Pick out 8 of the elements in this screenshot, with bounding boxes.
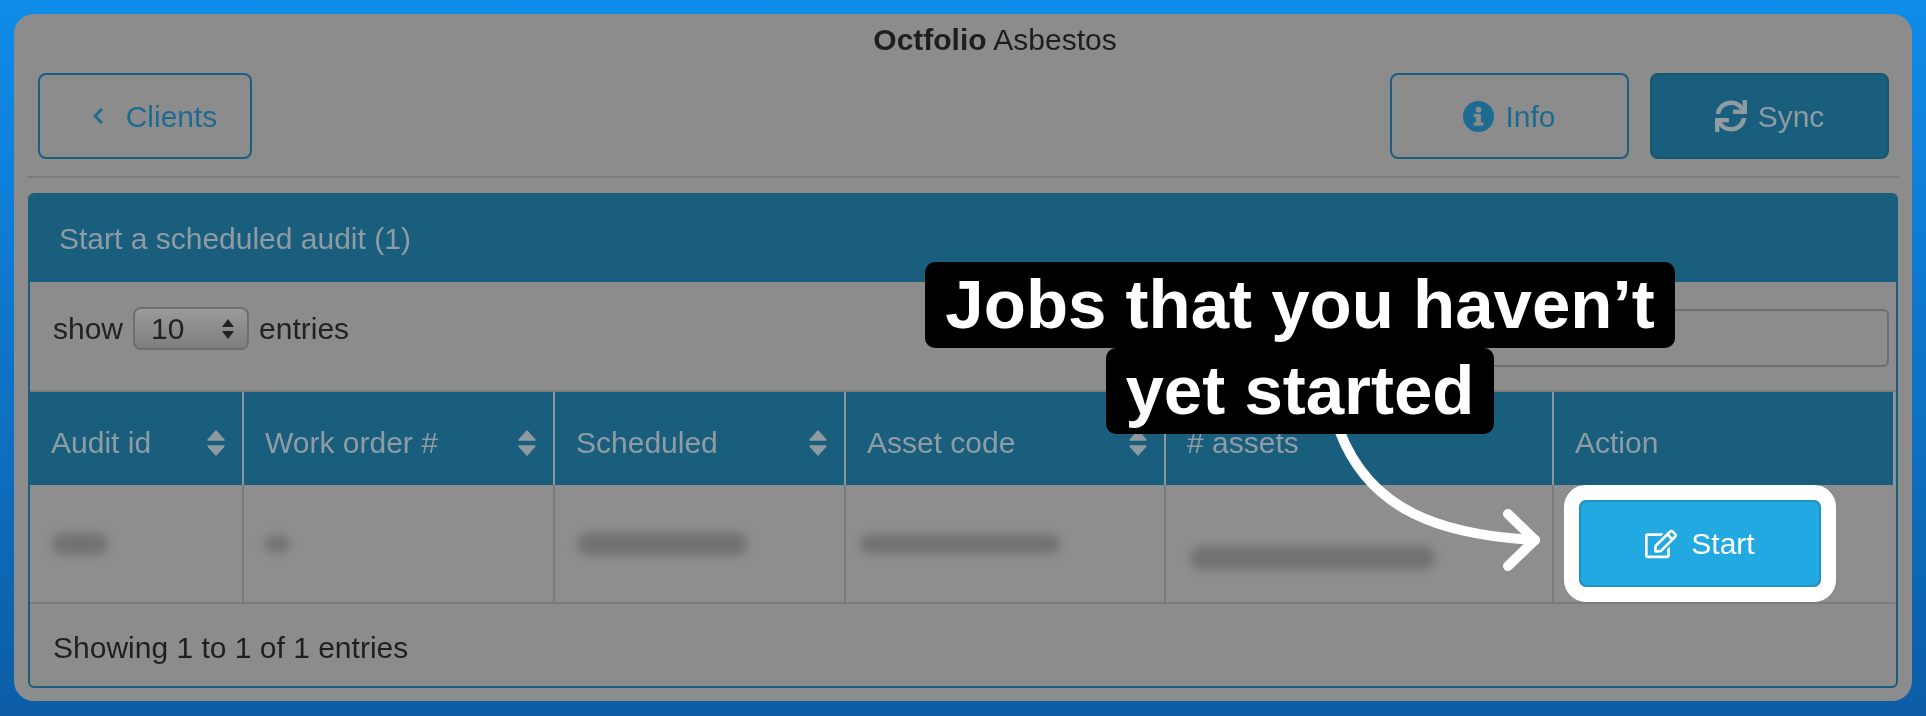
window-title: Octfolio Asbestos: [873, 24, 1117, 56]
callout-tooltip: yet started: [1105, 348, 1495, 434]
length-label: show: [53, 311, 124, 347]
length-label: entries: [259, 311, 350, 347]
table-info: Showing 1 to 1 of 1 entries: [53, 629, 409, 666]
column-header: Action: [1554, 392, 1895, 485]
panel-title: Start a scheduled audit (1): [59, 221, 411, 257]
callout-tooltip: Jobs that you haven’t: [925, 262, 1675, 348]
